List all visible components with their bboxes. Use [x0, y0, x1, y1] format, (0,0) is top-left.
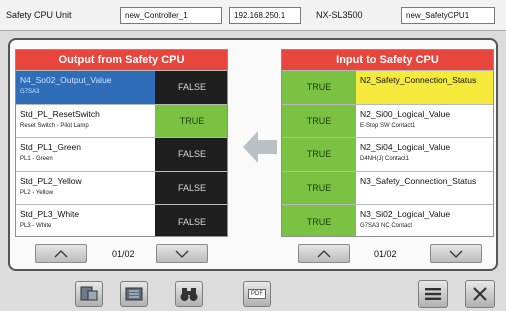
list-icon [125, 287, 143, 301]
left-arrow-icon [243, 131, 277, 163]
input-row[interactable]: TRUE N3_Si02_Logical_Value G7SA3 NC Cont… [282, 204, 493, 236]
monitor-button[interactable] [75, 281, 103, 307]
menu-button[interactable] [418, 280, 448, 308]
chevron-down-icon [175, 250, 189, 258]
output-row-value: FALSE [155, 138, 227, 171]
input-panel-title: Input to Safety CPU [282, 50, 493, 70]
input-row-value: TRUE [282, 71, 356, 104]
output-row-name: Std_PL3_White PL3 - White [20, 209, 80, 230]
output-row[interactable]: Std_PL2_Yellow PL2 - Yellow FALSE [16, 170, 227, 205]
unit-header: Safety CPU Unit new_Controller_1 192.168… [0, 0, 506, 31]
output-row-name: Std_PL_ResetSwitch Reset Switch - Pilot … [20, 108, 100, 129]
input-row-value: TRUE [282, 171, 356, 205]
input-row-name: N2_Si04_Logical_Value D4NH(J) Contact1 [360, 142, 451, 163]
model-label: NX-SL3500 [316, 10, 363, 20]
output-page-down-button[interactable] [156, 244, 208, 263]
input-page-up-button[interactable] [298, 244, 350, 263]
input-row-value: TRUE [282, 104, 356, 138]
output-row[interactable]: Std_PL1_Green PL1 - Green FALSE [16, 137, 227, 171]
output-panel: Output from Safety CPU N4_So02_Output_Va… [15, 49, 228, 237]
search-button[interactable] [175, 281, 203, 307]
input-row-name: N3_Safety_Connection_Status [360, 175, 477, 186]
output-row-name: Std_PL1_Green PL1 - Green [20, 142, 81, 163]
unit-label: Safety CPU Unit [6, 10, 72, 20]
input-row[interactable]: TRUE N2_Si00_Logical_Value E-Stop SW Con… [282, 103, 493, 138]
chevron-up-icon [317, 249, 331, 257]
pdf-icon: PDF [248, 289, 266, 299]
input-panel: Input to Safety CPU TRUE N2_Safety_Conne… [281, 49, 494, 237]
input-row-value: TRUE [282, 138, 356, 171]
output-row[interactable]: Std_PL3_White PL3 - White FALSE [16, 204, 227, 236]
output-row-name: Std_PL2_Yellow PL2 - Yellow [20, 175, 82, 196]
output-row-value: TRUE [155, 104, 227, 138]
input-row-value: TRUE [282, 205, 356, 236]
input-row[interactable]: TRUE N2_Safety_Connection_Status [282, 70, 493, 104]
close-icon [473, 287, 487, 301]
menu-icon [425, 288, 441, 300]
output-page-up-button[interactable] [35, 244, 87, 263]
output-row-name: N4_So02_Output_Value G7SA3 [16, 71, 155, 104]
input-page-down-button[interactable] [430, 244, 482, 263]
pdf-export-button[interactable]: PDF [243, 281, 271, 307]
input-row-name: N2_Si00_Logical_Value E-Stop SW Contact1 [360, 108, 451, 129]
output-page-indicator: 01/02 [112, 249, 135, 259]
list-view-button[interactable] [120, 281, 148, 307]
cpu-name-field: new_SafetyCPU1 [401, 7, 495, 24]
output-row-value: FALSE [155, 171, 227, 205]
output-panel-title: Output from Safety CPU [16, 50, 227, 70]
input-page-indicator: 01/02 [374, 249, 397, 259]
input-row[interactable]: TRUE N2_Si04_Logical_Value D4NH(J) Conta… [282, 137, 493, 171]
output-row-value: FALSE [155, 205, 227, 236]
output-row[interactable]: Std_PL_ResetSwitch Reset Switch - Pilot … [16, 103, 227, 138]
binoculars-icon [180, 288, 198, 301]
output-row-value: FALSE [155, 71, 227, 104]
input-row-name: N2_Safety_Connection_Status [356, 71, 493, 104]
monitor-icon [80, 286, 98, 301]
controller-name-field: new_Controller_1 [120, 7, 222, 24]
input-row[interactable]: TRUE N3_Safety_Connection_Status [282, 170, 493, 205]
output-row[interactable]: N4_So02_Output_Value G7SA3 FALSE [16, 70, 227, 104]
chevron-up-icon [54, 249, 68, 257]
input-row-name: N3_Si02_Logical_Value G7SA3 NC Contact [360, 209, 451, 230]
chevron-down-icon [449, 250, 463, 258]
close-button[interactable] [465, 280, 495, 308]
ip-address-field: 192.168.250.1 [229, 7, 301, 24]
